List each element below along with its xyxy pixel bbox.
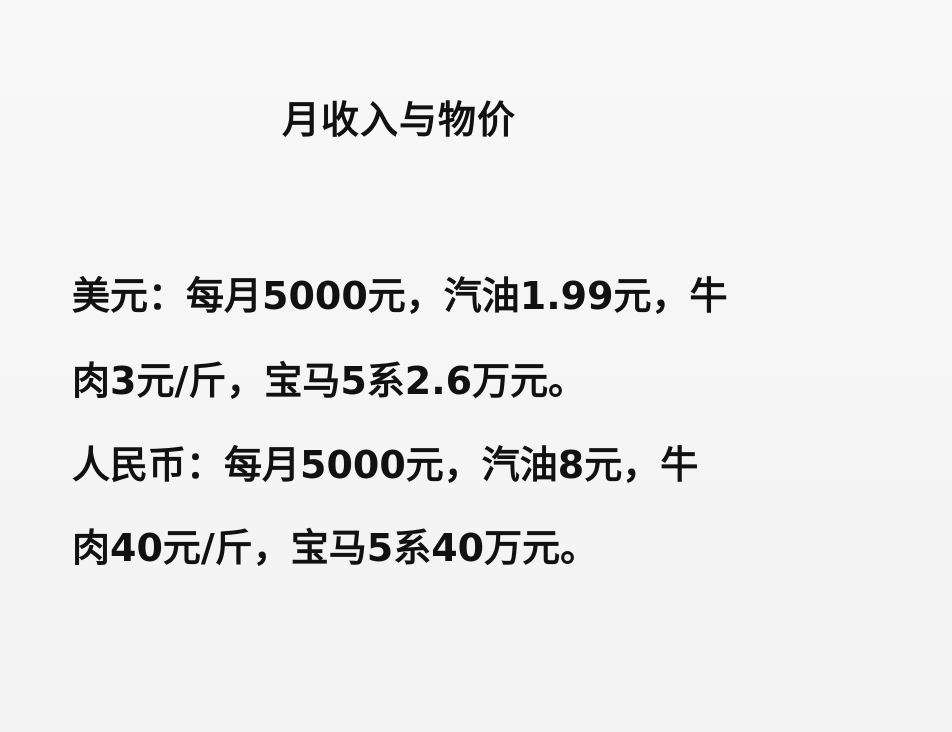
rmb-line-1: 人民币：每月5000元，汽油8元，牛: [72, 443, 699, 487]
document-title: 月收入与物价: [282, 98, 517, 142]
usd-line-2: 肉3元/斤，宝马5系2.6万元。: [72, 359, 587, 403]
document-page: 月收入与物价 美元：每月5000元，汽油1.99元，牛 肉3元/斤，宝马5系2.…: [0, 0, 952, 732]
rmb-line-2: 肉40元/斤，宝马5系40万元。: [72, 526, 599, 570]
usd-line-1: 美元：每月5000元，汽油1.99元，牛: [72, 274, 728, 318]
